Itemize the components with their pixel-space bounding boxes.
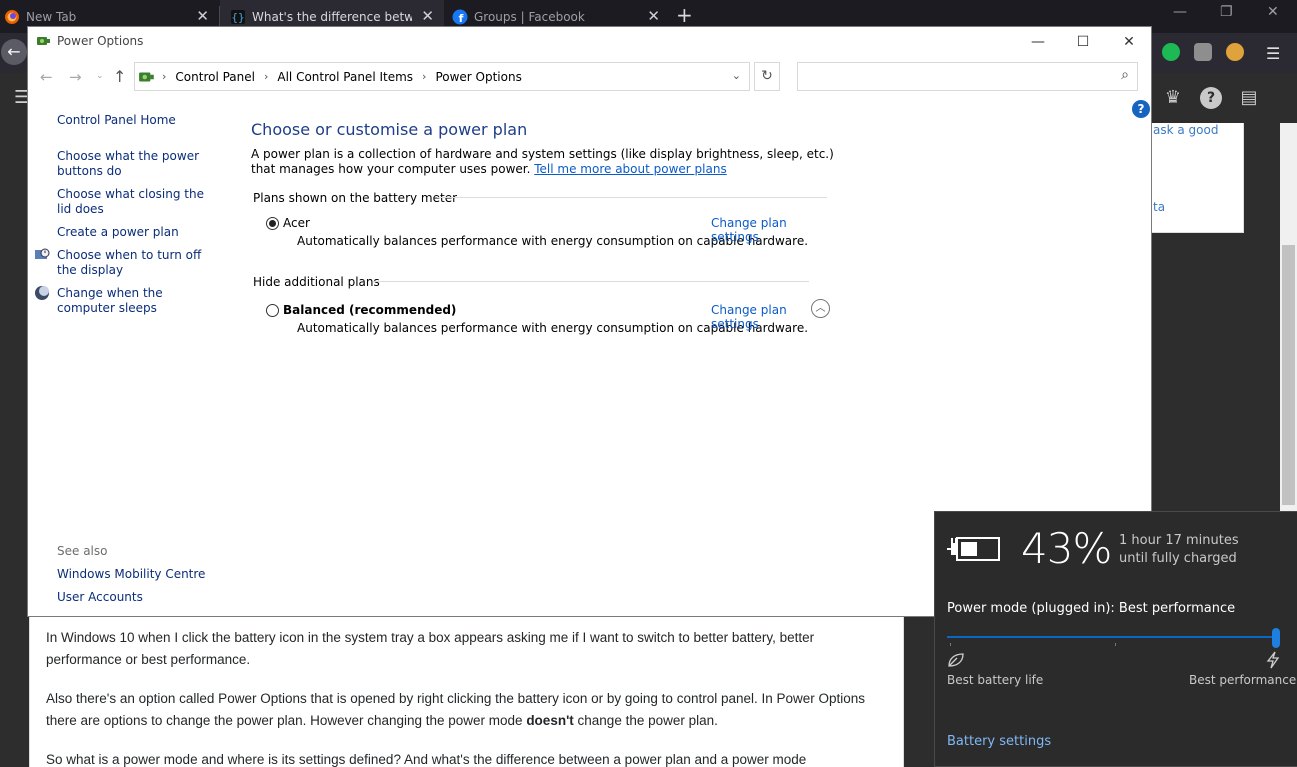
plan-radio[interactable] [266,217,279,230]
firefox-icon [5,9,19,24]
address-row: ← → ⌄ ↑ › Control Panel › All Control Pa… [28,62,1151,92]
breadcrumb-control-panel[interactable]: Control Panel [175,70,255,84]
sidebar-item-power-buttons[interactable]: Choose what the power buttons do [57,149,207,179]
address-bar[interactable]: › Control Panel › All Control Panel Item… [134,62,750,91]
maximize-button[interactable]: ☐ [1060,31,1106,53]
search-box[interactable]: ⌕ [797,62,1138,91]
power-mode-slider-thumb[interactable] [1272,628,1280,648]
see-also-mobility-centre[interactable]: Windows Mobility Centre [57,567,217,582]
trophy-icon[interactable]: ♛ [1162,87,1184,109]
window-title-bar[interactable]: Power Options — ☐ ✕ [28,27,1151,57]
chevron-down-icon[interactable]: ⌄ [732,69,741,82]
page-title: Choose or customise a power plan [251,120,528,139]
sidebar-item-turn-off-display[interactable]: Choose when to turn off the display [57,248,212,278]
question-paragraph: Also there's an option called Power Opti… [46,691,866,728]
breadcrumb-all-items[interactable]: All Control Panel Items [277,70,413,84]
lightning-bolt-icon [1266,651,1280,669]
plan-row: Acer Automatically balances performance … [266,215,826,255]
see-also-heading: See also [57,544,108,558]
search-input[interactable] [798,63,1098,90]
close-tab-icon[interactable]: ✕ [647,7,660,25]
page-scrollbar-thumb[interactable] [1282,245,1295,505]
charge-status: until fully charged [1119,551,1237,566]
section-divider [373,281,809,282]
sleep-moon-icon [35,286,49,300]
question-paragraph: In Windows 10 when I click the battery i… [46,630,815,667]
battery-charging-icon [947,537,1000,561]
sidebar-item-create-plan[interactable]: Create a power plan [57,225,217,240]
window-title: Power Options [57,34,144,48]
sidebar-card-link[interactable]: ask a good [1153,123,1218,137]
power-options-icon [139,72,154,81]
search-icon[interactable]: ⌕ [1121,67,1129,83]
minimize-button[interactable]: — [1015,31,1061,53]
battery-settings-link[interactable]: Battery settings [947,734,1051,749]
new-tab-button[interactable]: + [676,3,693,27]
learn-more-link[interactable]: Tell me more about power plans [534,162,726,176]
section-hide-additional[interactable]: Hide additional plans [253,275,380,289]
close-tab-icon[interactable]: ✕ [421,7,434,25]
breadcrumb-chevron-icon: › [422,70,427,83]
minimize-icon[interactable]: — [1173,4,1187,20]
slider-tick [950,643,951,646]
best-battery-life-label: Best battery life [947,673,1044,687]
main-content: Choose or customise a power plan A power… [251,93,851,613]
question-body: In Windows 10 when I click the battery i… [29,617,904,767]
plan-radio[interactable] [266,304,279,317]
close-button[interactable]: ✕ [1106,31,1152,53]
display-timer-icon [35,248,50,259]
breadcrumb-power-options[interactable]: Power Options [435,70,521,84]
tab-title: Groups | Facebook [474,9,585,24]
power-mode-label: Power mode (plugged in): Best performanc… [947,601,1236,616]
svg-text:{}: {} [231,11,244,24]
plan-row: Balanced (recommended) Automatically bal… [266,302,826,342]
svg-text:f: f [459,12,464,25]
chat-extension-icon[interactable] [1162,43,1180,61]
broom-extension-icon[interactable] [1226,43,1244,61]
plan-name[interactable]: Balanced (recommended) [283,303,456,317]
hamburger-menu-icon[interactable]: ☰ [1266,44,1284,63]
battery-percent: 43% [1021,524,1112,573]
tab-title: New Tab [26,9,77,24]
restore-icon[interactable]: ❐ [1220,4,1233,20]
plan-name[interactable]: Acer [283,216,310,230]
task-pane: Control Panel Home Choose what the power… [28,93,238,613]
power-options-icon [37,37,50,45]
review-queue-icon[interactable]: ▤ [1238,87,1260,109]
sidebar-card-link[interactable]: ta [1153,200,1165,214]
help-icon[interactable]: ? [1200,87,1222,109]
refresh-icon[interactable]: ↻ [754,62,780,91]
page-description: A power plan is a collection of hardware… [251,147,834,176]
change-plan-settings-link[interactable]: Change plan settings [711,216,826,244]
battery-flyout: 43% 1 hour 17 minutes until fully charge… [934,511,1297,767]
control-panel-home-link[interactable]: Control Panel Home [57,113,217,128]
section-divider [437,197,827,198]
power-mode-slider[interactable] [947,636,1280,638]
facebook-icon: f [452,9,468,25]
up-arrow-icon[interactable]: ↑ [113,67,126,86]
help-icon[interactable]: ? [1132,100,1150,118]
charge-time: 1 hour 17 minutes [1119,533,1239,548]
recent-locations-icon[interactable]: ⌄ [96,71,104,81]
slider-tick [1115,643,1116,646]
forward-arrow-icon[interactable]: → [69,68,82,86]
back-arrow-icon[interactable]: ← [1,39,27,65]
question-paragraph: So what is a power mode and where is its… [46,752,807,767]
close-icon[interactable]: ✕ [1267,4,1279,20]
see-also-user-accounts[interactable]: User Accounts [57,590,217,605]
brackets-icon: {} [231,9,245,24]
best-performance-label: Best performance [1189,673,1297,687]
sidebar-item-closing-lid[interactable]: Choose what closing the lid does [57,187,217,217]
back-arrow-icon[interactable]: ← [40,68,53,86]
breadcrumb-chevron-icon: › [263,70,269,83]
breadcrumb-chevron-icon: › [162,70,167,83]
close-tab-icon[interactable]: ✕ [196,7,209,25]
battery-saver-leaf-icon [948,653,964,667]
folder-extension-icon[interactable] [1194,43,1212,61]
tab-title: What's the difference between [252,9,412,24]
section-battery-meter: Plans shown on the battery meter [253,191,458,205]
sidebar-item-computer-sleeps[interactable]: Change when the computer sleeps [57,286,212,316]
change-plan-settings-link[interactable]: Change plan settings [711,303,826,331]
